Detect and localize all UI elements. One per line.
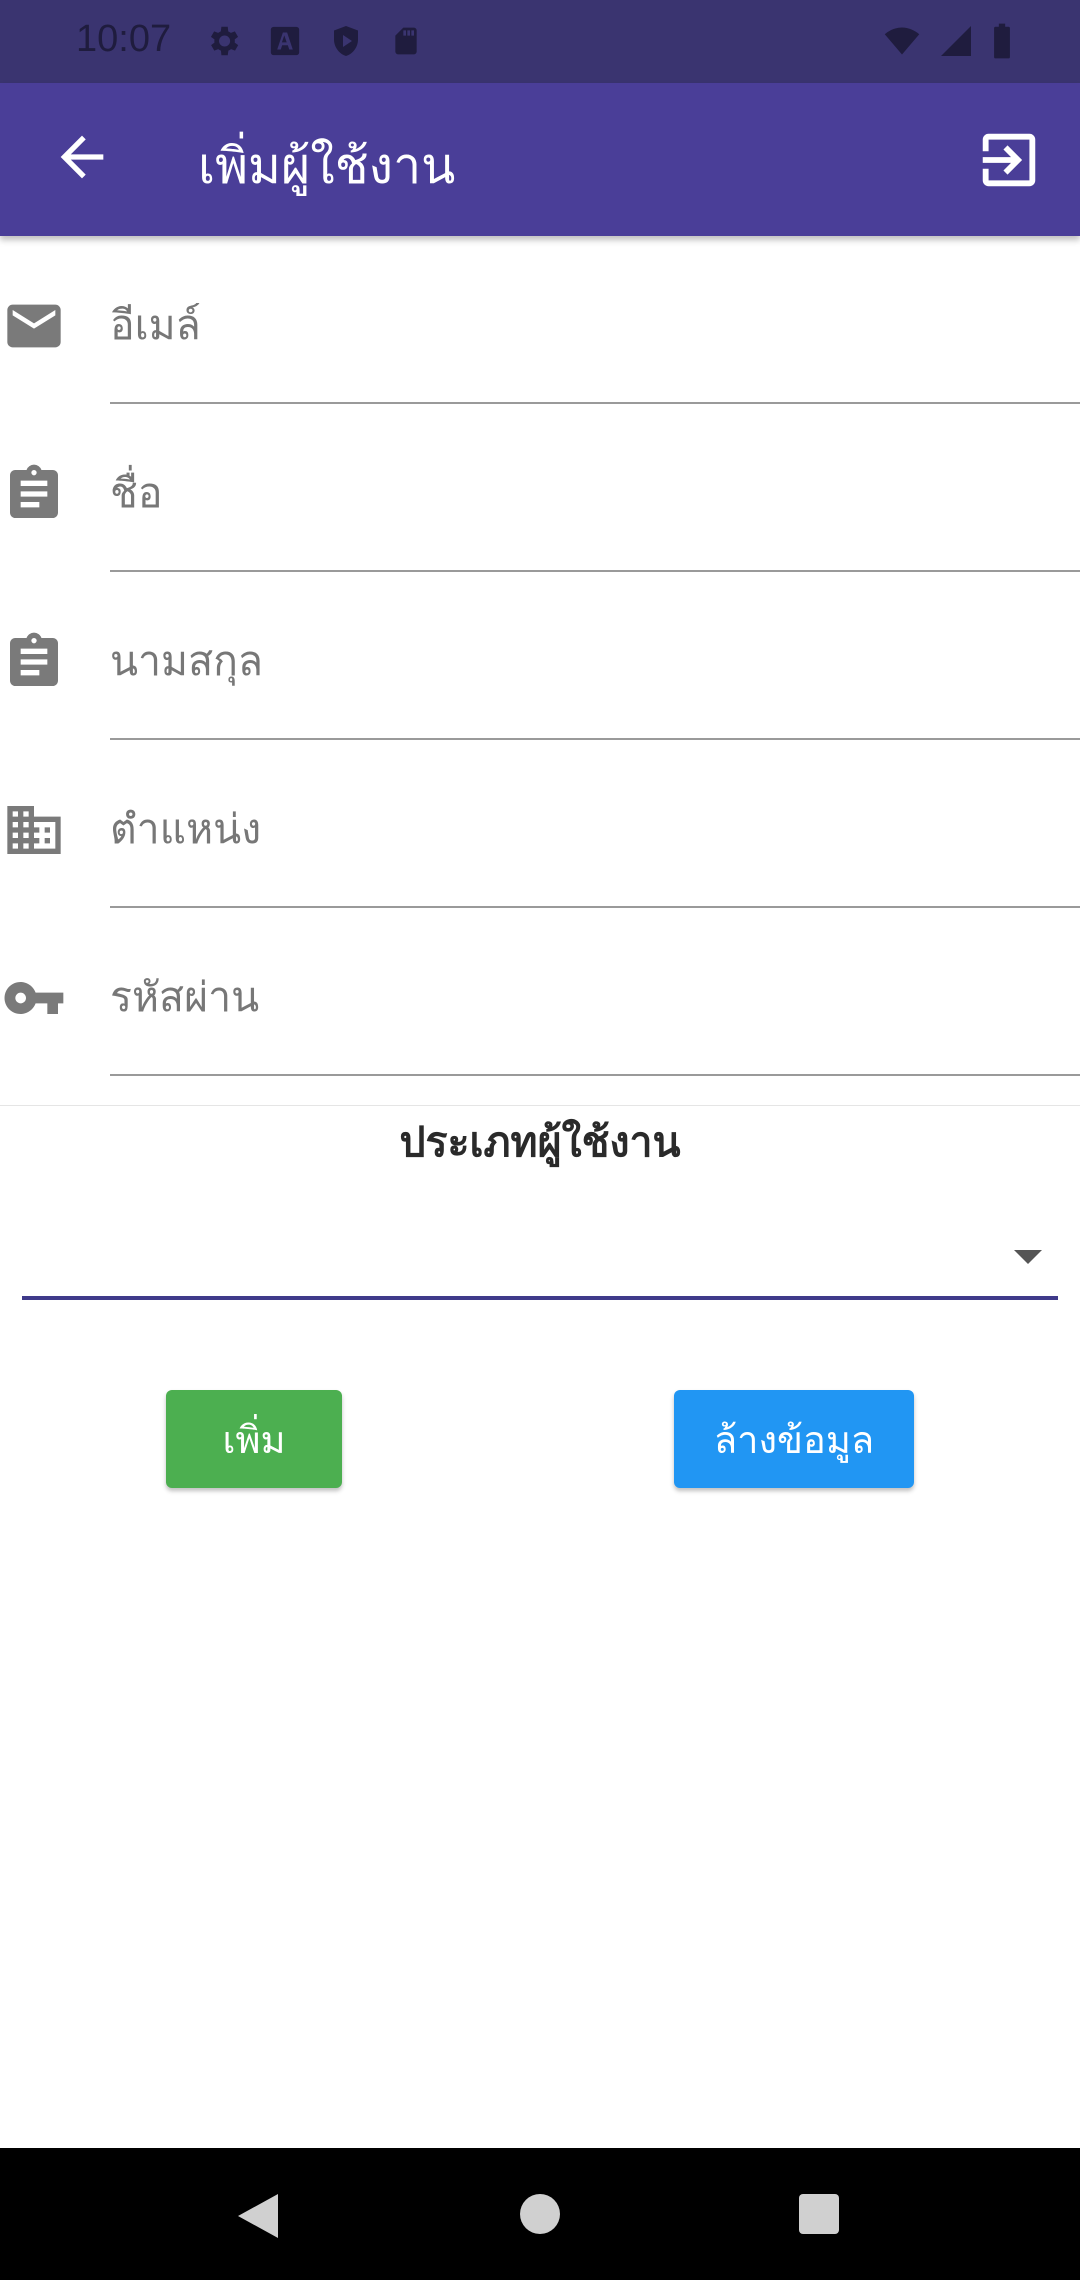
dropdown-underline xyxy=(22,1296,1058,1300)
first-name-underline xyxy=(110,570,1080,572)
dropdown-arrow-icon xyxy=(1014,1250,1042,1264)
email-icon xyxy=(7,304,61,348)
status-left-icons xyxy=(204,22,422,60)
battery-icon xyxy=(994,23,1010,59)
section-divider xyxy=(0,1105,1080,1106)
font-a-icon xyxy=(270,26,300,56)
first-name-field-row xyxy=(0,436,1080,604)
email-underline xyxy=(110,402,1080,404)
settings-icon xyxy=(210,26,239,56)
last-name-field-row xyxy=(0,604,1080,772)
email-field-row xyxy=(0,268,1080,436)
sd-card-icon xyxy=(395,27,417,55)
shield-play-icon xyxy=(334,26,358,56)
nav-recents-icon[interactable] xyxy=(799,2194,839,2234)
wifi-icon xyxy=(884,27,920,55)
system-nav-bar xyxy=(0,2148,1080,2280)
position-field-row xyxy=(0,772,1080,940)
page-title: เพิ่มผู้ใช้งาน xyxy=(198,137,456,195)
nav-home-icon[interactable] xyxy=(520,2194,560,2234)
building-icon xyxy=(7,806,61,854)
nav-back-icon[interactable] xyxy=(238,2194,278,2238)
position-underline xyxy=(110,906,1080,908)
password-field-row xyxy=(0,940,1080,1108)
key-icon xyxy=(4,982,64,1014)
logout-icon[interactable] xyxy=(974,125,1044,195)
user-type-dropdown[interactable] xyxy=(22,1200,1058,1300)
status-right-icons xyxy=(882,22,1014,60)
user-type-label: ประเภทผู้ใช้งาน xyxy=(399,1118,681,1166)
email-field[interactable] xyxy=(110,290,1080,360)
first-name-field[interactable] xyxy=(110,458,1080,528)
status-bar: 10:07 xyxy=(0,0,1080,83)
clipboard-icon xyxy=(10,632,58,686)
app-bar: เพิ่มผู้ใช้งาน xyxy=(0,83,1080,236)
password-field[interactable] xyxy=(110,962,1080,1032)
last-name-field[interactable] xyxy=(110,626,1080,696)
position-field[interactable] xyxy=(110,794,1080,864)
clear-button[interactable]: ล้างข้อมูล xyxy=(674,1390,914,1488)
clipboard-icon xyxy=(10,464,58,518)
status-time: 10:07 xyxy=(76,18,172,60)
last-name-underline xyxy=(110,738,1080,740)
arrow-back-icon[interactable] xyxy=(50,125,114,189)
cell-signal-icon xyxy=(941,26,971,56)
password-underline xyxy=(110,1074,1080,1076)
add-button[interactable]: เพิ่ม xyxy=(166,1390,342,1488)
